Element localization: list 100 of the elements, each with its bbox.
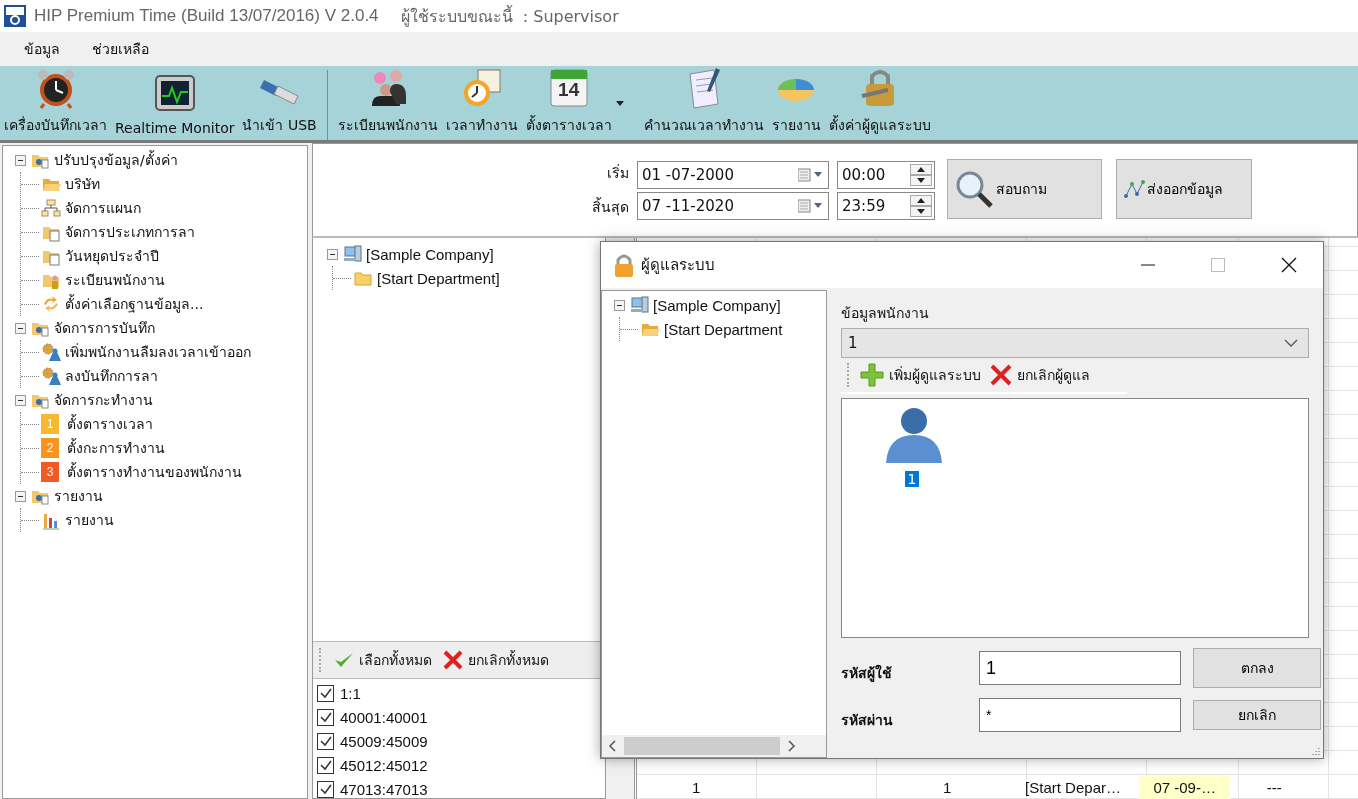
deselect-all-button[interactable]: ยกเลิกทั้งหมด <box>442 649 549 671</box>
toolbar-button[interactable]: รายงาน <box>771 66 821 140</box>
menu-item[interactable]: ช่วยเหลือ <box>92 38 149 60</box>
number-badge: 2 <box>41 438 59 458</box>
checkbox[interactable] <box>317 756 334 774</box>
employee-label: 47013:47013 <box>340 780 428 798</box>
tree-item[interactable]: ตั้งกะการทำงาน <box>67 437 165 459</box>
toolbar-button[interactable]: Realtime Monitor <box>115 72 235 140</box>
admin-item[interactable]: 1 <box>904 471 920 487</box>
select-all-button[interactable]: เลือกทั้งหมด <box>333 649 432 671</box>
maximize-icon <box>1211 258 1225 272</box>
employee-info-label: ข้อมูลพนักงาน <box>841 304 930 324</box>
tree-item[interactable]: เพิ่มพนักงานลืมลงเวลาเข้าออก <box>65 341 251 363</box>
checkbox[interactable] <box>317 780 334 798</box>
collapse-toggle[interactable] <box>15 394 26 406</box>
toolbar-button[interactable]: 14 ตั้งตารางเวลา <box>525 66 612 140</box>
tree-item[interactable]: [Sample Company] <box>366 245 494 263</box>
collapse-toggle[interactable] <box>15 490 26 502</box>
date-field[interactable]: 01 -07-2000 <box>637 160 829 189</box>
toolbar-button[interactable]: เครื่องบันทึกเวลา <box>4 66 107 140</box>
table-cell-text: [Start Depar… <box>1024 777 1122 798</box>
horizontal-scrollbar[interactable] <box>602 735 826 757</box>
tree-item[interactable]: [Sample Company] <box>653 296 781 314</box>
ok-button[interactable]: ตกลง <box>1193 648 1321 688</box>
employee-label: 40001:40001 <box>340 708 428 726</box>
query-button[interactable]: สอบถาม <box>947 159 1102 219</box>
tree-item[interactable]: ตั้งตารางเวลา <box>67 413 153 435</box>
scroll-left-icon <box>608 740 616 752</box>
number-badge: 1 <box>41 414 59 434</box>
org-chart-icon <box>41 198 61 218</box>
tree-item[interactable]: จัดการการบันทึก <box>54 317 155 339</box>
spin-arrows-icon <box>910 194 932 217</box>
window-title: HIP Premium Time (Build 13/07/2016) V 2.0.4 <box>34 6 379 26</box>
user-id-field[interactable]: 1 <box>979 651 1181 685</box>
chevron-down-icon <box>1284 339 1298 347</box>
cross-icon <box>442 649 464 671</box>
remove-admin-button[interactable]: ยกเลิกผู้ดูแล <box>989 363 1090 387</box>
current-user-label: ผู้ใช้ระบบขณะนี้ : Supervisor <box>400 4 619 29</box>
toolbar-button[interactable]: คำนวณเวลาทำงาน <box>643 66 764 140</box>
tree-item[interactable]: วันหยุดประจำปี <box>65 245 159 267</box>
time-field[interactable]: 23:59 <box>837 191 935 220</box>
checkmark-icon <box>318 710 333 724</box>
table-cell-text: --- <box>1265 777 1283 798</box>
collapse-toggle[interactable] <box>614 299 625 311</box>
minimize-icon <box>1141 264 1155 266</box>
checkbox[interactable] <box>317 708 334 726</box>
password-field[interactable]: * <box>979 698 1181 732</box>
tree-item[interactable]: [Start Department] <box>377 269 500 287</box>
add-admin-button[interactable]: เพิ่มผู้ดูแลระบบ <box>859 362 981 388</box>
scroll-right-icon <box>788 740 796 752</box>
checkmark-icon <box>318 782 333 796</box>
start-label: เริ่ม <box>607 163 629 183</box>
tree-item[interactable]: ตั้งตารางทำงานของพนักงาน <box>67 461 242 483</box>
date-field[interactable]: 07 -11-2020 <box>637 191 829 220</box>
tree-item[interactable]: จัดการแผนก <box>65 197 141 219</box>
resize-grip-icon <box>1311 746 1321 756</box>
tree-item[interactable]: จัดการกะทำงาน <box>54 389 153 411</box>
gear-person-icon <box>41 342 61 362</box>
password-label: รหัสผ่าน <box>841 711 894 730</box>
dialog-title: ผู้ดูแลระบบ <box>641 255 716 276</box>
checkmark-icon <box>318 734 333 748</box>
export-button[interactable]: ส่งออกข้อมูล <box>1116 159 1252 219</box>
checkbox[interactable] <box>317 684 334 702</box>
tree-item[interactable]: รายงาน <box>54 485 103 507</box>
scroll-thumb[interactable] <box>624 737 780 755</box>
plus-icon <box>859 362 885 388</box>
padlock-icon <box>613 252 635 278</box>
close-icon <box>1281 257 1297 273</box>
employee-label: 1:1 <box>340 684 361 702</box>
tree-item[interactable]: [Start Department <box>664 320 783 338</box>
toolbar-button[interactable]: นำเข้า USB <box>242 66 317 140</box>
computer-icon <box>342 244 362 264</box>
tree-item[interactable]: ปรับปรุงข้อมูล/ตั้งค่า <box>54 149 178 171</box>
employee-dropdown[interactable]: 1 <box>841 328 1309 358</box>
toolbar-button[interactable]: เวลาทำงาน <box>445 66 518 140</box>
checkmark-icon <box>318 686 333 700</box>
table-cell-text: 1 <box>942 777 953 798</box>
collapse-toggle[interactable] <box>15 154 26 166</box>
collapse-toggle[interactable] <box>327 248 338 260</box>
end-label: สิ้นสุด <box>592 196 629 218</box>
toolbar-button[interactable]: ตั้งค่าผู้ดูแลระบบ <box>828 66 931 140</box>
toolbar-button[interactable]: ระเบียนพนักงาน <box>337 66 438 140</box>
time-field[interactable]: 00:00 <box>837 160 935 189</box>
collapse-toggle[interactable] <box>15 322 26 334</box>
computer-icon <box>629 295 649 315</box>
tree-item[interactable]: บริษัท <box>65 173 100 195</box>
spin-arrows-icon <box>910 163 932 186</box>
tree-item[interactable]: ตั้งค่าเลือกฐานข้อมูล... <box>65 293 204 315</box>
employee-label: 45012:45012 <box>340 756 428 774</box>
checkbox[interactable] <box>317 732 334 750</box>
calendar-dropdown-icon <box>798 167 824 182</box>
tree-item[interactable]: จัดการประเภทการลา <box>65 221 195 243</box>
checkmark-icon <box>318 758 333 772</box>
menu-item[interactable]: ข้อมูล <box>24 38 60 60</box>
tree-item[interactable]: รายงาน <box>65 509 114 531</box>
tree-item[interactable]: ระเบียนพนักงาน <box>65 269 165 291</box>
user-id-label: รหัสผู้ใช้ <box>841 663 893 684</box>
number-badge: 3 <box>41 462 59 482</box>
cancel-button[interactable]: ยกเลิก <box>1193 700 1321 730</box>
tree-item[interactable]: ลงบันทึกการลา <box>65 365 158 387</box>
